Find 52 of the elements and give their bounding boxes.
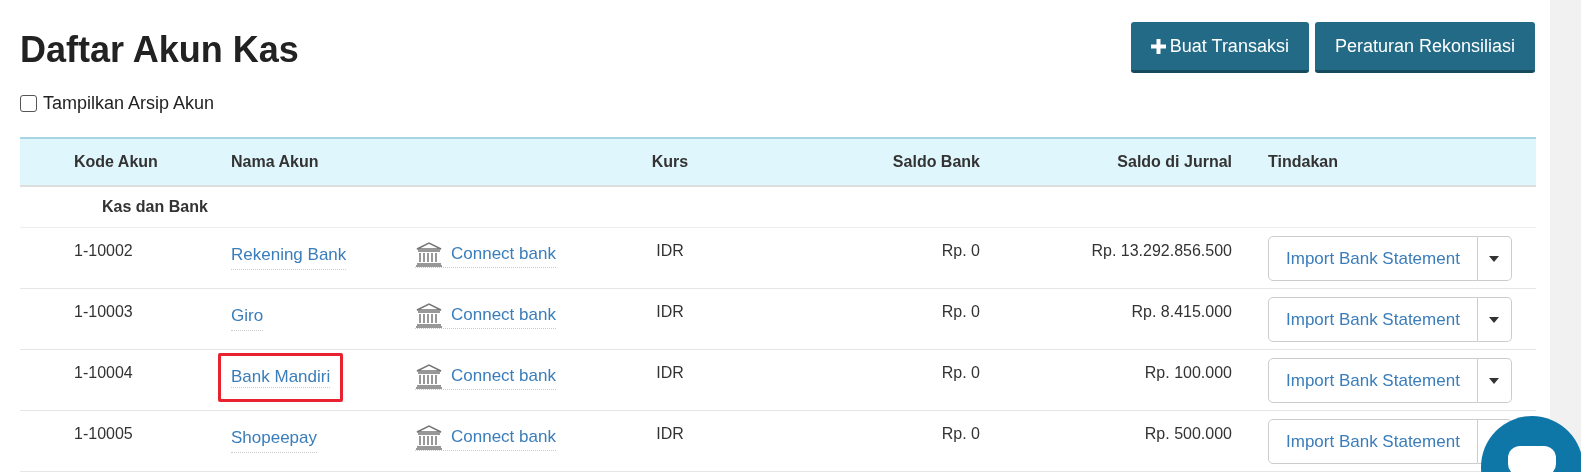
account-code: 1-10003 (74, 303, 133, 320)
account-code: 1-10002 (74, 242, 133, 259)
column-header: Kurs (651, 153, 689, 170)
caret-icon (1489, 377, 1500, 384)
bank-balance: Rp. 0 (941, 303, 980, 320)
import-bank-statement-button[interactable]: Import Bank Statement (1268, 358, 1478, 403)
account-name-link[interactable]: Shopeepay (231, 425, 318, 453)
bank-balance: Rp. 0 (941, 242, 980, 259)
currency: IDR (656, 303, 684, 320)
currency: IDR (656, 364, 684, 381)
bank-balance: Rp. 0 (941, 364, 980, 381)
plus-icon (1150, 38, 1166, 54)
checkbox[interactable] (20, 94, 37, 112)
journal-balance: Rp. 500.000 (1144, 425, 1232, 442)
dropdown-button[interactable] (1477, 358, 1512, 403)
account-name-link[interactable]: Bank Mandiri (231, 367, 331, 388)
account-name-link[interactable]: Giro (231, 303, 264, 331)
account-code: 1-10005 (74, 425, 133, 442)
bank-balance: Rp. 0 (941, 425, 980, 442)
currency: IDR (656, 425, 684, 442)
journal-balance: Rp. 100.000 (1144, 364, 1232, 381)
checkbox-label: Tampilkan Arsip Akun (43, 91, 215, 115)
currency: IDR (656, 242, 684, 259)
dropdown-button[interactable] (1477, 236, 1512, 281)
column-header: Nama Akun (231, 153, 319, 170)
import-bank-statement-button[interactable]: Import Bank Statement (1268, 419, 1478, 464)
import-bank-statement-button[interactable]: Import Bank Statement (1268, 236, 1478, 281)
bank-icon (415, 424, 443, 450)
reconciliation-rules-button[interactable]: Peraturan Rekonsiliasi (1314, 22, 1535, 73)
group-label: Kas dan Bank (102, 197, 208, 217)
column-header: Saldo di Jurnal (1117, 153, 1232, 170)
column-header: Saldo Bank (892, 153, 980, 170)
caret-icon (1489, 316, 1500, 323)
page-title: Daftar Akun Kas (20, 28, 299, 72)
create-transaction-button[interactable]: Buat Transaksi (1130, 22, 1309, 73)
bank-icon (415, 302, 443, 328)
bank-icon (415, 241, 443, 267)
chat-icon (1508, 446, 1556, 472)
connect-bank-link[interactable]: Connect bank (415, 363, 556, 390)
connect-bank-link[interactable]: Connect bank (415, 302, 556, 329)
bank-icon (415, 363, 443, 389)
column-header: Kode Akun (74, 153, 158, 170)
connect-bank-link[interactable]: Connect bank (415, 241, 556, 268)
import-bank-statement-button[interactable]: Import Bank Statement (1268, 297, 1478, 342)
dropdown-button[interactable] (1477, 297, 1512, 342)
caret-icon (1489, 255, 1500, 262)
journal-balance: Rp. 8.415.000 (1131, 303, 1232, 320)
journal-balance: Rp. 13.292.856.500 (1091, 242, 1232, 259)
connect-bank-link[interactable]: Connect bank (415, 424, 556, 451)
column-header: Tindakan (1268, 153, 1338, 170)
account-name-link[interactable]: Rekening Bank (231, 242, 347, 270)
account-code: 1-10004 (74, 364, 133, 381)
